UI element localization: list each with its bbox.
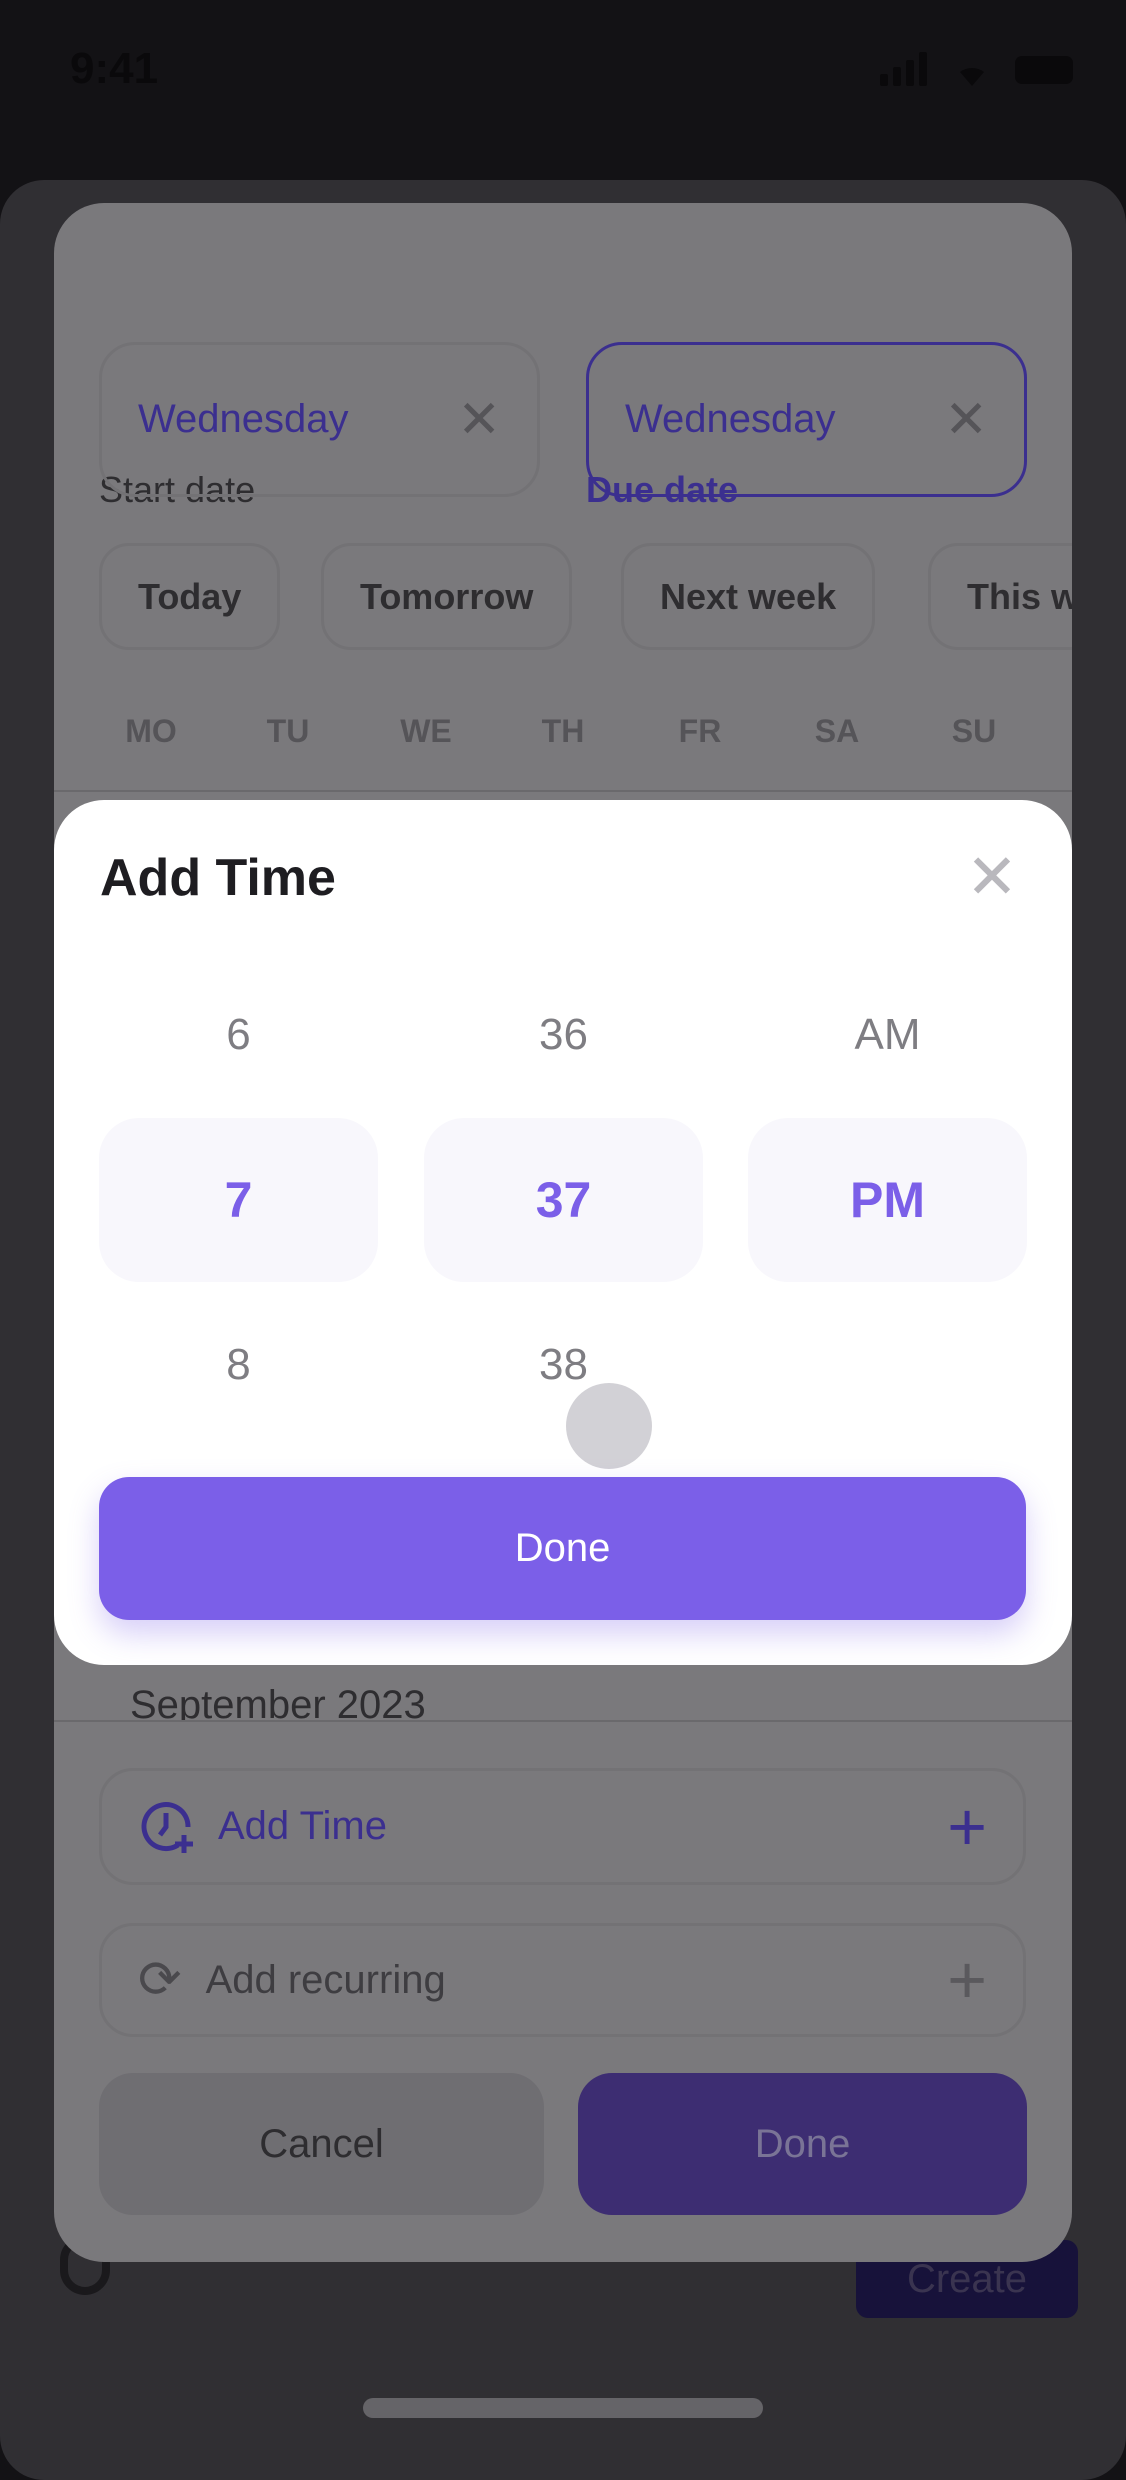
modal-done-button[interactable]: Done <box>99 1477 1026 1620</box>
start-date-value: Wednesday <box>138 397 349 441</box>
clear-icon[interactable]: ✕ <box>944 390 988 450</box>
status-time: 9:41 <box>70 44 159 93</box>
divider <box>54 790 1072 792</box>
start-date-field[interactable]: Wednesday ✕ <box>99 342 540 497</box>
month-header-clip: September 2023 <box>54 1673 1072 1720</box>
chip-today[interactable]: Today <box>99 543 281 650</box>
home-indicator <box>363 2398 763 2418</box>
weekday: SA <box>814 713 860 749</box>
due-date-field[interactable]: Wednesday ✕ <box>586 342 1027 497</box>
due-date-value: Wednesday <box>625 397 836 441</box>
hour-selected[interactable]: 7 <box>99 1118 378 1282</box>
repeat-icon: ⟳ <box>138 1951 182 2009</box>
status-icons <box>880 52 1080 86</box>
hour-prev[interactable]: 6 <box>99 1010 378 1060</box>
clear-icon[interactable]: ✕ <box>457 390 501 450</box>
weekday: FR <box>678 713 722 749</box>
month-label: September 2023 <box>130 1683 426 1720</box>
clock-plus-icon <box>141 1801 193 1853</box>
weekday: SU <box>951 713 997 749</box>
plus-icon[interactable]: + <box>947 1788 987 1866</box>
weekday: TH <box>541 713 585 749</box>
minute-next[interactable]: 38 <box>424 1340 703 1390</box>
minute-selected[interactable]: 37 <box>424 1118 703 1282</box>
chip-next-week[interactable]: Next week <box>621 543 876 650</box>
touch-indicator <box>566 1383 652 1469</box>
weekday: TU <box>266 713 310 749</box>
minute-prev[interactable]: 36 <box>424 1010 703 1060</box>
chip-this-week[interactable]: This w <box>928 543 1072 650</box>
add-recurring-label: Add recurring <box>205 1957 446 2002</box>
add-time-row[interactable]: Add Time + <box>99 1768 1026 1885</box>
add-time-modal: Add Time ✕ 6 36 AM 7 37 PM 8 38 Done <box>54 800 1072 1665</box>
close-icon[interactable]: ✕ <box>966 840 1018 913</box>
cancel-button[interactable]: Cancel <box>99 2073 544 2215</box>
add-recurring-row[interactable]: ⟳ Add recurring + <box>99 1923 1026 2037</box>
done-button[interactable]: Done <box>578 2073 1027 2215</box>
period-selected[interactable]: PM <box>748 1118 1027 1282</box>
period-prev[interactable]: AM <box>748 1010 1027 1060</box>
hour-next[interactable]: 8 <box>99 1340 378 1390</box>
divider <box>54 1720 1072 1722</box>
plus-icon[interactable]: + <box>947 1941 987 2019</box>
modal-title: Add Time <box>100 849 336 907</box>
chip-tomorrow[interactable]: Tomorrow <box>321 543 573 650</box>
add-time-label: Add Time <box>218 1804 387 1848</box>
weekday: MO <box>125 713 177 749</box>
weekday: WE <box>400 713 452 749</box>
